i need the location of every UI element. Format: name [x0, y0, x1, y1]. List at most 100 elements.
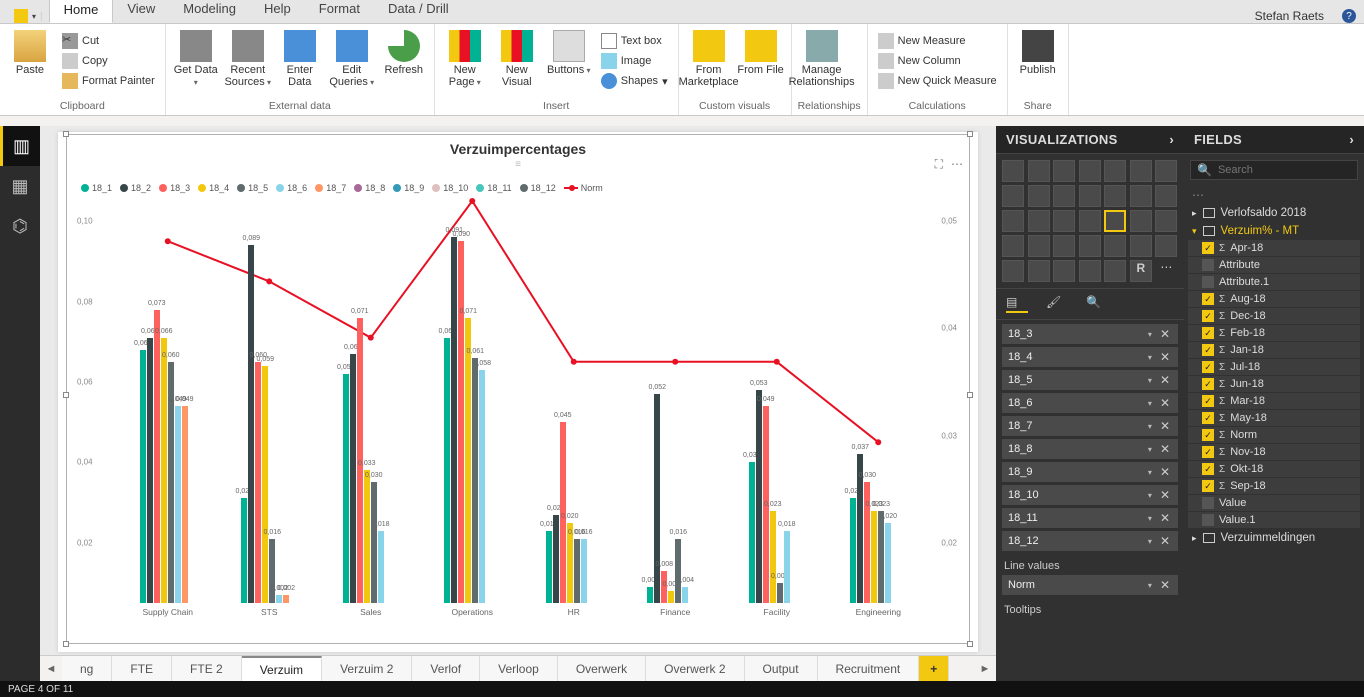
viz-type-icon[interactable] — [1053, 185, 1075, 207]
field-row[interactable]: ✓ΣAug-18 — [1188, 291, 1360, 307]
viz-type-icon[interactable] — [1079, 160, 1101, 182]
field-checkbox[interactable]: ✓ — [1202, 514, 1214, 526]
ribbon-tab-help[interactable]: Help — [250, 0, 305, 23]
bar[interactable]: 0,018 — [378, 531, 384, 603]
copy-button[interactable]: Copy — [58, 52, 159, 70]
legend-item[interactable]: 18_8 — [354, 183, 385, 193]
field-checkbox[interactable]: ✓ — [1202, 446, 1214, 458]
bar[interactable]: 0,062 — [350, 354, 356, 603]
field-checkbox[interactable]: ✓ — [1202, 242, 1214, 254]
field-well-item[interactable]: 18_4▾✕ — [1002, 347, 1178, 367]
paste-button[interactable]: Paste — [6, 26, 54, 76]
bar[interactable]: 0,061 — [472, 358, 478, 603]
bar[interactable]: 0,071 — [465, 318, 471, 603]
legend-item[interactable]: Norm — [564, 183, 603, 193]
bar[interactable]: 0,023 — [878, 511, 884, 603]
viz-type-icon[interactable] — [1002, 210, 1024, 232]
publish-button[interactable]: Publish — [1014, 26, 1062, 76]
data-view-button[interactable]: ▦ — [0, 166, 40, 206]
viz-type-icon[interactable] — [1002, 260, 1024, 282]
remove-field-icon[interactable]: ✕ — [1158, 350, 1172, 364]
bar[interactable]: 0,018 — [784, 531, 790, 603]
qat-dropdown-icon[interactable]: ▾ — [32, 12, 36, 21]
bar[interactable]: 0,066 — [161, 338, 167, 603]
format-mode-icon[interactable]: 🖌 — [1046, 295, 1068, 313]
bar[interactable]: 0,059 — [262, 366, 268, 603]
bar[interactable]: 0,049 — [175, 406, 181, 603]
page-tab[interactable]: Verzuim — [242, 656, 322, 681]
new-measure-button[interactable]: New Measure — [874, 32, 1001, 50]
edit-queries-button[interactable]: Edit Queries ▾ — [328, 26, 376, 88]
viz-type-icon[interactable]: ⋯ — [1155, 260, 1177, 282]
field-well-item[interactable]: 18_9▾✕ — [1002, 462, 1178, 482]
viz-type-icon[interactable] — [1028, 260, 1050, 282]
field-checkbox[interactable]: ✓ — [1202, 259, 1214, 271]
bar[interactable]: 0,090 — [458, 241, 464, 603]
drag-handle-icon[interactable]: ⋯ — [1184, 186, 1364, 204]
viz-type-icon[interactable] — [1028, 160, 1050, 182]
field-row[interactable]: ✓ΣDec-18 — [1188, 308, 1360, 324]
field-row[interactable]: ✓Value.1 — [1188, 512, 1360, 528]
bar[interactable]: 0,004 — [647, 587, 653, 603]
field-row[interactable]: ✓ΣMay-18 — [1188, 410, 1360, 426]
bar[interactable]: 0,058 — [479, 370, 485, 603]
viz-type-icon[interactable] — [1079, 260, 1101, 282]
viz-type-icon[interactable] — [1053, 210, 1075, 232]
field-well-item[interactable]: 18_6▾✕ — [1002, 393, 1178, 413]
viz-type-icon[interactable] — [1155, 210, 1177, 232]
bar[interactable]: 0,026 — [241, 498, 247, 603]
from-marketplace-button[interactable]: From Marketplace — [685, 26, 733, 88]
field-well-item[interactable]: 18_7▾✕ — [1002, 416, 1178, 436]
field-well-item[interactable]: 18_10▾✕ — [1002, 485, 1178, 505]
expand-icon[interactable]: ▸ — [1192, 533, 1197, 544]
viz-type-icon[interactable] — [1079, 185, 1101, 207]
legend-item[interactable]: 18_10 — [432, 183, 468, 193]
from-file-button[interactable]: From File — [737, 26, 785, 76]
field-row[interactable]: ✓Attribute.1 — [1188, 274, 1360, 290]
bar[interactable]: 0,052 — [654, 394, 660, 603]
legend-item[interactable]: 18_12 — [520, 183, 556, 193]
field-checkbox[interactable]: ✓ — [1202, 276, 1214, 288]
new-quick-measure-button[interactable]: New Quick Measure — [874, 72, 1001, 90]
user-name[interactable]: Stefan Raets — [1255, 9, 1342, 23]
viz-type-icon[interactable] — [1053, 160, 1075, 182]
remove-field-icon[interactable]: ✕ — [1158, 511, 1172, 525]
bar[interactable]: 0,063 — [140, 350, 146, 603]
viz-type-icon[interactable] — [1002, 160, 1024, 182]
image-button[interactable]: Image — [597, 52, 672, 70]
legend-item[interactable]: 18_5 — [237, 183, 268, 193]
page-tab[interactable]: Overwerk — [558, 656, 646, 681]
expand-icon[interactable]: ▸ — [1192, 208, 1197, 219]
field-row[interactable]: ✓ΣOkt-18 — [1188, 461, 1360, 477]
page-tab[interactable]: FTE — [112, 656, 172, 681]
bar[interactable]: 0,057 — [343, 374, 349, 603]
format-painter-button[interactable]: Format Painter — [58, 72, 159, 90]
ribbon-tab-modeling[interactable]: Modeling — [169, 0, 250, 23]
viz-type-icon[interactable] — [1130, 210, 1152, 232]
bar[interactable]: 0,091 — [451, 237, 457, 603]
fields-mode-icon[interactable]: ▤ — [1006, 295, 1028, 313]
bar[interactable]: 0,020 — [885, 523, 891, 603]
cut-button[interactable]: ✂Cut — [58, 32, 159, 50]
legend-item[interactable]: 18_4 — [198, 183, 229, 193]
page-tab[interactable]: Verlof — [412, 656, 480, 681]
ribbon-tab-data-drill[interactable]: Data / Drill — [374, 0, 463, 23]
recent-sources-button[interactable]: Recent Sources ▾ — [224, 26, 272, 88]
viz-type-icon[interactable] — [1079, 210, 1101, 232]
bar[interactable]: 0,030 — [371, 482, 377, 603]
field-checkbox[interactable]: ✓ — [1202, 293, 1214, 305]
remove-field-icon[interactable]: ✕ — [1158, 327, 1172, 341]
legend-item[interactable]: 18_7 — [315, 183, 346, 193]
bar[interactable]: 0,018 — [546, 531, 552, 603]
field-row[interactable]: ✓Value — [1188, 495, 1360, 511]
bar[interactable]: 0,035 — [749, 462, 755, 603]
viz-type-icon[interactable] — [1053, 260, 1075, 282]
report-view-button[interactable]: ▥ — [0, 126, 40, 166]
field-row[interactable]: ✓ΣJul-18 — [1188, 359, 1360, 375]
ribbon-tab-format[interactable]: Format — [305, 0, 374, 23]
bar[interactable]: 0,005 — [777, 583, 783, 603]
remove-field-icon[interactable]: ✕ — [1158, 534, 1172, 548]
page-tab[interactable]: Recruitment — [818, 656, 920, 681]
enter-data-button[interactable]: Enter Data — [276, 26, 324, 88]
page-tab[interactable]: Output — [745, 656, 818, 681]
